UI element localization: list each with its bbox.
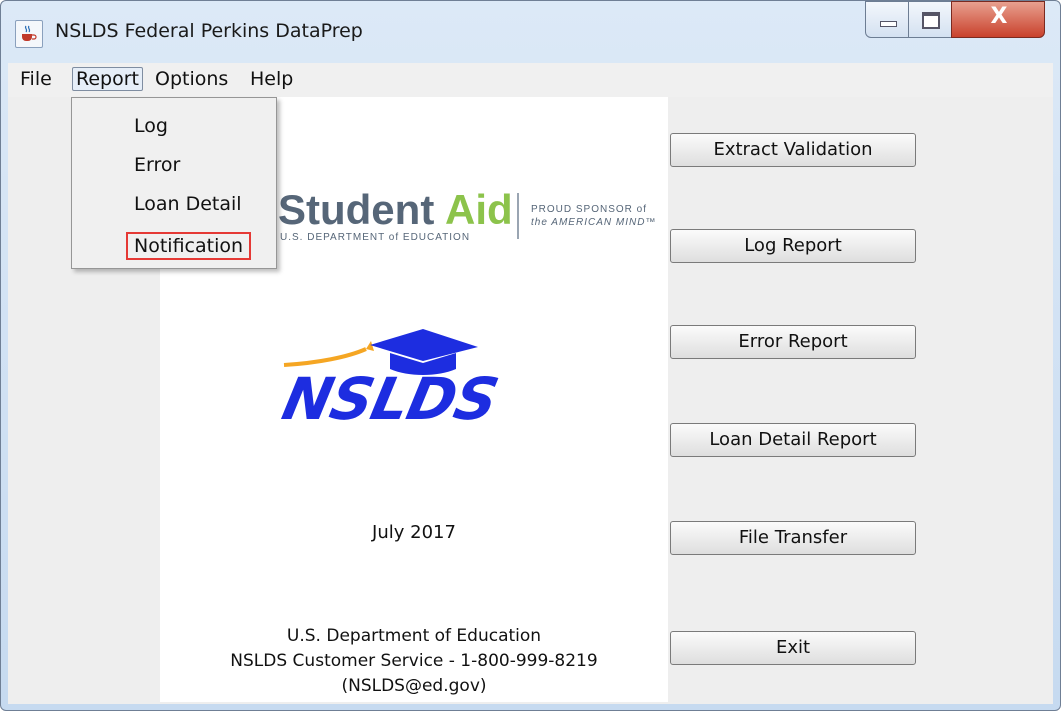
fsa-logo-student: Student	[278, 186, 435, 233]
menu-help[interactable]: Help	[248, 68, 295, 90]
menu-options[interactable]: Options	[153, 68, 230, 90]
fsa-sponsor-line1: PROUD SPONSOR of	[531, 204, 648, 215]
java-cup-icon	[22, 25, 37, 41]
minimize-button[interactable]	[865, 1, 909, 38]
close-icon: X	[990, 4, 1008, 29]
report-menu-error[interactable]: Error	[134, 154, 180, 176]
menu-bar: File Report Options Help	[8, 63, 1053, 98]
file-transfer-button[interactable]: File Transfer	[670, 521, 916, 555]
extract-validation-button[interactable]: Extract Validation	[670, 133, 916, 167]
footer-line-1: U.S. Department of Education	[286, 626, 542, 646]
exit-button[interactable]: Exit	[670, 631, 916, 665]
loan-detail-report-button[interactable]: Loan Detail Report	[670, 423, 916, 457]
menu-report[interactable]: Report	[72, 67, 143, 91]
java-app-icon[interactable]	[15, 20, 43, 48]
report-menu-loan-detail[interactable]: Loan Detail	[134, 193, 242, 215]
nslds-logo-text: NSLDS	[276, 365, 504, 433]
log-report-button[interactable]: Log Report	[670, 229, 916, 263]
report-menu-log[interactable]: Log	[134, 115, 168, 137]
report-menu-notification[interactable]: Notification	[126, 232, 252, 260]
federal-student-aid-logo: Student Aid U.S. DEPARTMENT of EDUCATION…	[270, 186, 670, 252]
window-title: NSLDS Federal Perkins DataPrep	[55, 20, 363, 42]
app-window: NSLDS Federal Perkins DataPrep X File Re…	[0, 0, 1061, 711]
error-report-button[interactable]: Error Report	[670, 325, 916, 359]
fsa-logo-divider	[517, 193, 519, 239]
title-bar[interactable]: NSLDS Federal Perkins DataPrep X	[1, 1, 1060, 63]
close-button[interactable]: X	[951, 1, 1045, 38]
menu-file[interactable]: File	[18, 68, 54, 90]
fsa-logo-aid: Aid	[445, 186, 513, 233]
maximize-button[interactable]	[908, 1, 952, 38]
fsa-sponsor-line2: the AMERICAN MIND™	[531, 217, 657, 228]
fsa-logo-subtitle: U.S. DEPARTMENT of EDUCATION	[280, 232, 471, 243]
report-dropdown-menu: Log Error Loan Detail Notification	[71, 97, 277, 269]
nslds-logo: NSLDS	[277, 327, 548, 433]
footer-line-3: (NSLDS@ed.gov)	[341, 676, 487, 696]
release-date: July 2017	[372, 522, 456, 543]
contact-footer: U.S. Department of Education NSLDS Custo…	[160, 624, 668, 699]
footer-line-2: NSLDS Customer Service - 1-800-999-8219	[230, 651, 598, 671]
